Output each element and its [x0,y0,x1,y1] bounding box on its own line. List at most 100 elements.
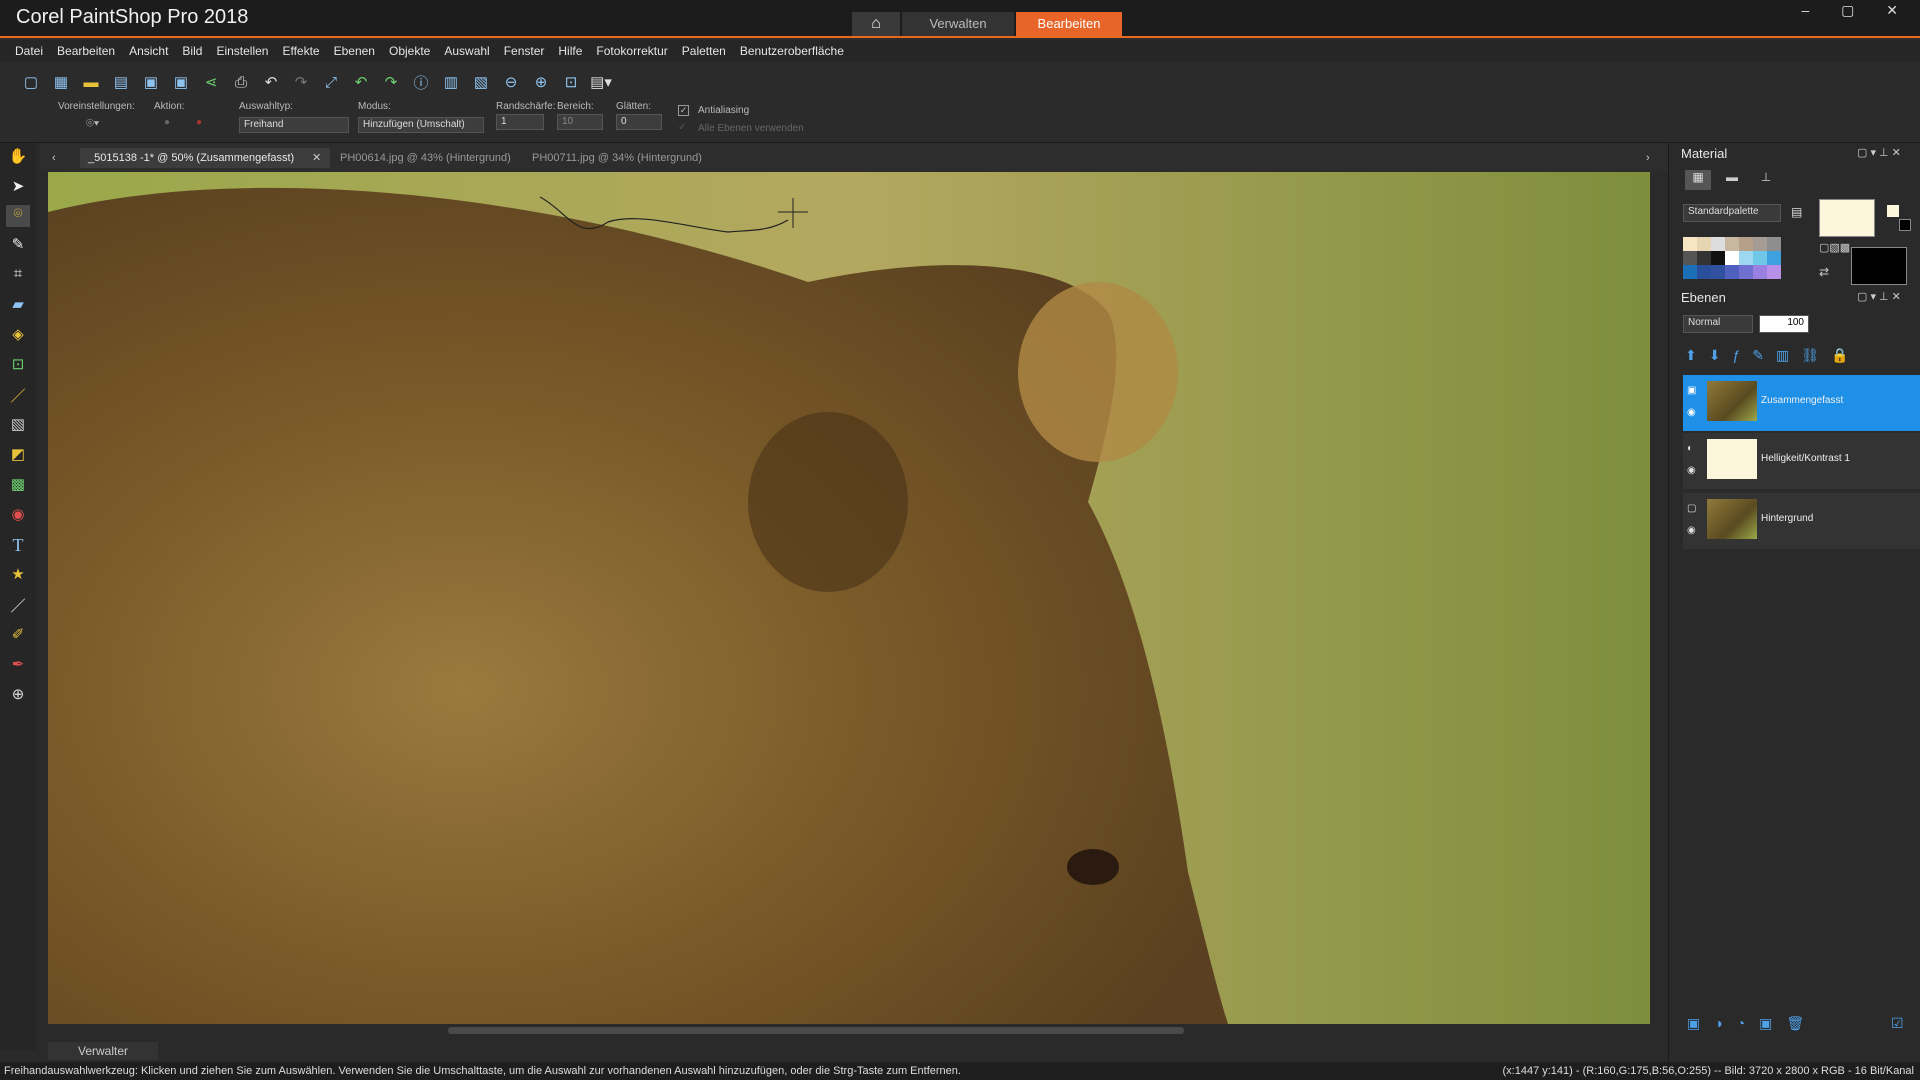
opacity-input[interactable]: 100 [1759,315,1809,333]
vertical-scrollbar[interactable] [1650,172,1662,1024]
menu-item[interactable]: Hilfe [558,44,582,58]
menu-item[interactable]: Fenster [504,44,545,58]
tabs-scroll-right-icon[interactable]: › [1646,148,1650,168]
new-icon[interactable]: ▢ [16,70,46,94]
grid-icon[interactable]: ▦ [46,70,76,94]
color-swatch[interactable] [1725,237,1739,251]
color-swatch[interactable] [1697,265,1711,279]
pick-tool-icon[interactable]: ➤ [6,177,30,199]
color-swatch[interactable] [1767,251,1781,265]
mode-select[interactable]: Hinzufügen (Umschalt) [358,117,484,133]
zoom-out-icon[interactable]: ⊖ [496,70,526,94]
share-icon[interactable]: ⋖ [196,70,226,94]
menu-item[interactable]: Einstellen [216,44,268,58]
menu-item[interactable]: Fotokorrektur [596,44,667,58]
tab-document[interactable]: PH00614.jpg @ 43% (Hintergrund) [340,148,511,168]
undo-history-icon[interactable]: ↶ [346,70,376,94]
scan-icon[interactable]: ▤ [106,70,136,94]
panel-controls[interactable]: ▢ ▾ ⊥ ✕ [1857,290,1901,303]
all-layers-checkbox[interactable]: ✓ [678,122,686,133]
color-swatch[interactable] [1767,237,1781,251]
color-swatch[interactable] [1753,265,1767,279]
tab-manage[interactable]: Verwalten [902,12,1014,36]
redo-icon[interactable]: ↷ [286,70,316,94]
paint-brush-tool-icon[interactable]: ／ [6,385,30,407]
foreground-color[interactable] [1819,199,1875,237]
clone-tool-icon[interactable]: ▩ [6,475,30,497]
color-swatch[interactable] [1683,237,1697,251]
selection-type-select[interactable]: Freihand [239,117,349,133]
menu-item[interactable]: Benutzeroberfläche [740,44,844,58]
apply-icon[interactable]: ● [164,117,170,128]
visibility-icon[interactable]: ◉ [1687,465,1696,476]
color-replacer-tool-icon[interactable]: ✒ [6,655,30,677]
palette-options-icon[interactable]: ▤ [1791,205,1802,219]
gradient-tool-icon[interactable]: ▧ [6,415,30,437]
menu-item[interactable]: Effekte [282,44,319,58]
color-swatch[interactable] [1725,251,1739,265]
window-controls[interactable]: – ▢ ✕ [1801,2,1912,19]
color-swatch[interactable] [1711,251,1725,265]
straighten-tool-icon[interactable]: ▰ [6,295,30,317]
info-icon[interactable]: ⓘ [406,70,436,94]
print-icon[interactable]: ⎙ [226,70,256,94]
redo-history-icon[interactable]: ↷ [376,70,406,94]
color-swatch[interactable] [1683,265,1697,279]
zoom-in-icon[interactable]: ⊕ [526,70,556,94]
antialias-checkbox[interactable]: ✓ [678,105,689,116]
color-swatch[interactable] [1697,237,1711,251]
color-swatch[interactable] [1697,251,1711,265]
layers-bottom-toolbar[interactable]: ▣◑◔▣🗑 [1687,1015,1818,1032]
freehand-selection-tool-icon[interactable]: ⌾ [6,205,30,227]
layer-properties-icon[interactable]: ☑ [1891,1015,1904,1032]
menu-item[interactable]: Paletten [682,44,726,58]
undo-icon[interactable]: ↶ [256,70,286,94]
color-swatch[interactable] [1711,265,1725,279]
eraser-tool-icon[interactable]: ◩ [6,445,30,467]
zoom-fit-icon[interactable]: ⊡ [556,70,586,94]
fill-tool-icon[interactable]: ◉ [6,505,30,527]
menu-item[interactable]: Ansicht [129,44,168,58]
tab-document[interactable]: PH00711.jpg @ 34% (Hintergrund) [532,148,702,168]
menu-item[interactable]: Ebenen [334,44,375,58]
smoothing-input[interactable]: 0 [616,114,662,130]
layer-item[interactable]: ▣ ◉ Zusammengefasst [1683,375,1920,431]
swatches-tab-icon[interactable]: ▦ [1685,170,1711,190]
feather-input[interactable]: 1 [496,114,544,130]
color-swatch[interactable] [1739,251,1753,265]
visibility-icon[interactable]: ◉ [1687,525,1696,536]
save-icon[interactable]: ▣ [136,70,166,94]
pen-tool-icon[interactable]: ／ [6,595,30,617]
range-input[interactable]: 10 [557,114,603,130]
mini-background-color[interactable] [1899,219,1911,231]
actual-size-icon[interactable]: ▧ [466,70,496,94]
color-swatch[interactable] [1711,237,1725,251]
color-swatch[interactable] [1739,265,1753,279]
warp-brush-tool-icon[interactable]: ✐ [6,625,30,647]
horizontal-scroll-thumb[interactable] [448,1027,1184,1034]
menu-item[interactable]: Datei [15,44,43,58]
organizer-tab[interactable]: Verwalter [48,1042,158,1060]
color-swatch[interactable] [1725,265,1739,279]
color-swatch[interactable] [1739,237,1753,251]
palette-select[interactable]: Standardpalette [1683,204,1781,222]
crop-fit-icon[interactable]: ⤢ [316,70,346,94]
layer-item[interactable]: ▢ ◉ Hintergrund [1683,493,1920,549]
visibility-icon[interactable]: ◉ [1687,407,1696,418]
pan-tool-icon[interactable]: ✋ [6,147,30,169]
rainbow-tab-icon[interactable]: ▬ [1719,170,1745,190]
menu-item[interactable]: Auswahl [444,44,489,58]
mixer-tab-icon[interactable]: ⊥ [1753,170,1779,190]
color-swatch[interactable] [1753,237,1767,251]
color-swatch[interactable] [1767,265,1781,279]
background-color[interactable] [1851,247,1907,285]
crop-tool-icon[interactable]: ⌗ [6,265,30,287]
color-swatch[interactable] [1683,251,1697,265]
layers-toolbar[interactable]: ⬆⬇ƒ✎▥⛓🔒 [1685,347,1860,364]
open-icon[interactable]: ▬ [76,70,106,94]
home-icon[interactable]: ⌂ [852,12,900,36]
paste-icon[interactable]: ▤▾ [586,70,616,94]
menu-item[interactable]: Bearbeiten [57,44,115,58]
text-tool-icon[interactable]: T [6,535,30,557]
menu-item[interactable]: Objekte [389,44,430,58]
